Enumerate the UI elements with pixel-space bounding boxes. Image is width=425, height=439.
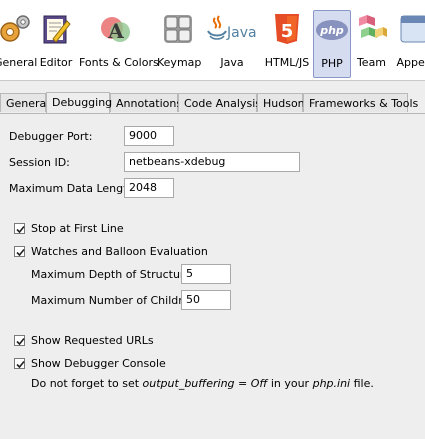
fonts-colors-icon: A — [99, 12, 133, 46]
category-label: HTML/JS — [264, 56, 310, 69]
tab-general[interactable]: General — [0, 93, 49, 112]
category-label: Appea — [396, 56, 425, 69]
html5-icon: 5 — [270, 12, 304, 46]
category-keymap[interactable]: Keymap — [157, 10, 202, 72]
tab-debugging[interactable]: Debugging — [46, 92, 112, 113]
stop-at-first-line-label: Stop at First Line — [31, 221, 124, 235]
debugger-port-input[interactable]: 9000 — [124, 126, 174, 146]
category-label: Editor — [39, 56, 73, 69]
options-category-toolbar: General Editor A Fonts & Colors — [0, 0, 425, 81]
output-buffering-note: Do not forget to set output_buffering = … — [31, 377, 374, 390]
tab-divider — [0, 113, 425, 114]
svg-text:php: php — [319, 24, 344, 37]
session-id-label: Session ID: — [9, 156, 70, 169]
show-urls-label: Show Requested URLs — [31, 333, 154, 347]
max-data-length-label: Maximum Data Length: — [9, 182, 139, 195]
max-data-length-input[interactable]: 2048 — [124, 178, 174, 198]
watches-checkbox[interactable] — [14, 245, 25, 257]
category-general[interactable]: General — [0, 10, 38, 72]
show-urls-checkbox[interactable] — [14, 334, 25, 346]
max-depth-input[interactable]: 5 — [181, 264, 231, 284]
max-children-input[interactable]: 50 — [181, 290, 231, 310]
java-logo-text: Java — [226, 25, 257, 41]
stop-at-first-line-row[interactable]: Stop at First Line — [14, 221, 124, 235]
svg-text:5: 5 — [281, 21, 294, 42]
category-appearance[interactable]: Appea — [393, 10, 425, 72]
stop-at-first-line-checkbox[interactable] — [14, 222, 25, 234]
max-children-label: Maximum Number of Children: — [31, 294, 200, 307]
category-label: Java — [220, 56, 244, 69]
category-team[interactable]: Team — [353, 10, 390, 72]
category-label: Keymap — [157, 56, 202, 69]
category-label: General — [0, 56, 38, 69]
tab-frameworks-tools[interactable]: Frameworks & Tools — [303, 93, 418, 112]
category-label: Fonts & Colors — [79, 56, 159, 69]
category-fonts-colors[interactable]: A Fonts & Colors — [79, 10, 159, 72]
svg-text:A: A — [107, 19, 124, 43]
show-urls-row[interactable]: Show Requested URLs — [14, 333, 154, 347]
category-java[interactable]: Java Java — [205, 10, 259, 72]
max-depth-label: Maximum Depth of Structures: — [31, 268, 201, 281]
watches-row[interactable]: Watches and Balloon Evaluation — [14, 244, 208, 258]
tab-code-analysis[interactable]: Code Analysis — [178, 93, 261, 112]
show-console-checkbox[interactable] — [14, 357, 25, 369]
java-logo-icon: Java — [205, 12, 259, 46]
session-id-input[interactable]: netbeans-xdebug — [124, 152, 300, 172]
editor-pencil-icon — [39, 12, 73, 46]
keyboard-icon — [161, 12, 195, 46]
category-editor[interactable]: Editor — [38, 10, 74, 72]
tab-annotations[interactable]: Annotations — [110, 93, 182, 112]
debugger-port-label: Debugger Port: — [9, 130, 93, 143]
category-html-js[interactable]: 5 HTML/JS — [262, 10, 312, 72]
php-logo-icon: php — [315, 13, 349, 47]
show-console-row[interactable]: Show Debugger Console — [14, 356, 166, 370]
appearance-icon — [397, 12, 425, 46]
team-cubes-icon — [355, 12, 389, 46]
tab-hudson[interactable]: Hudson — [257, 93, 305, 112]
show-console-label: Show Debugger Console — [31, 356, 166, 370]
gears-icon — [0, 12, 32, 46]
category-label: PHP — [321, 57, 343, 70]
category-label: Team — [356, 56, 387, 69]
category-php[interactable]: php PHP — [313, 10, 351, 78]
watches-label: Watches and Balloon Evaluation — [31, 244, 208, 258]
php-tabs: General Debugging Annotations Code Analy… — [0, 92, 425, 113]
